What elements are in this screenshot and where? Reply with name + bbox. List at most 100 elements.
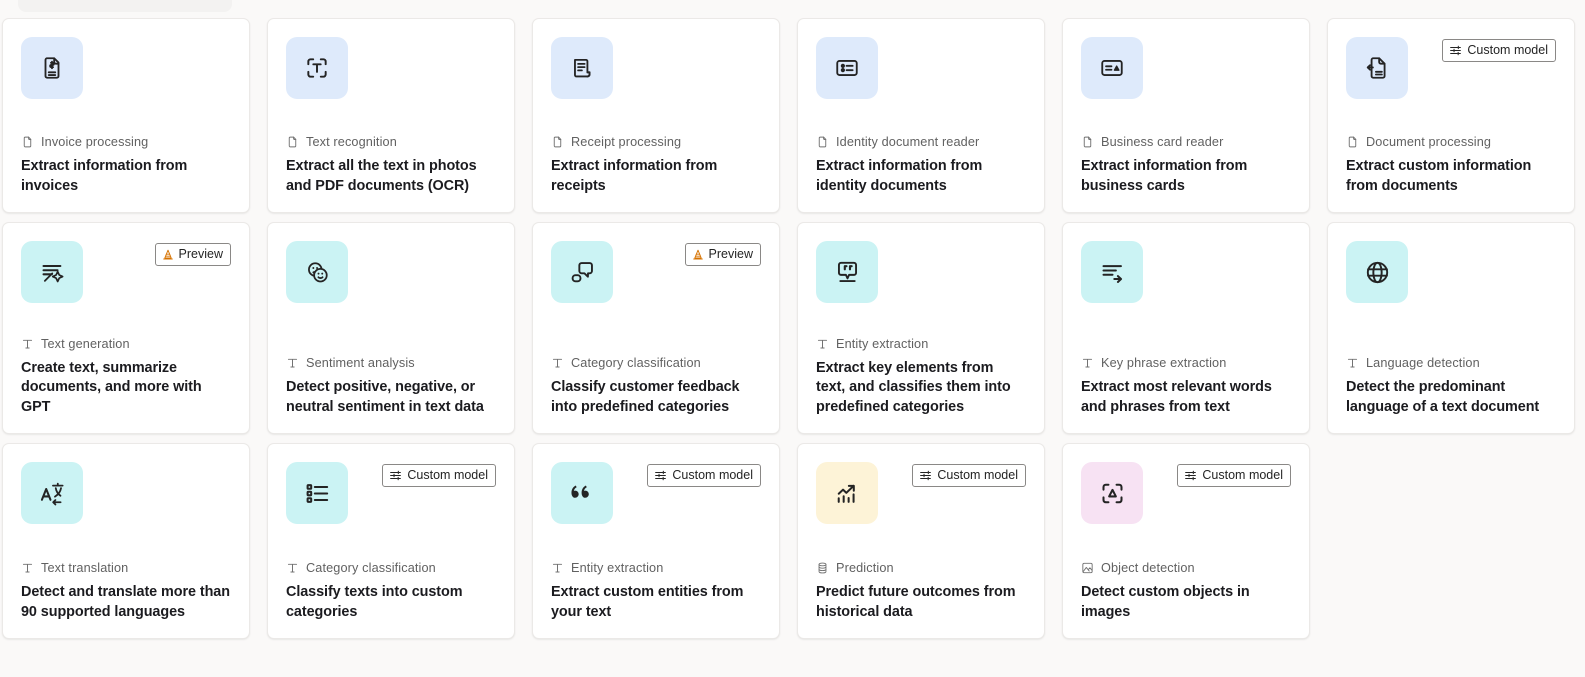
card-category-label: Entity extraction (836, 336, 928, 352)
text-arrow-icon (1099, 259, 1126, 286)
text-icon (21, 561, 34, 575)
bullet-list-icon-tile (286, 462, 348, 524)
card-meta: Sentiment analysis (286, 355, 496, 371)
card-body: Invoice processing Extract information fr… (21, 134, 231, 196)
card-title: Extract information from invoices (21, 157, 231, 196)
badge-preview: Preview (155, 243, 231, 266)
text-icon (21, 337, 34, 351)
model-card-entity-extraction[interactable]: Entity extraction Extract key elements fr… (797, 222, 1045, 434)
card-category-label: Text translation (41, 560, 128, 576)
model-card-identity-document-reader[interactable]: Identity document readerExtract informat… (797, 18, 1045, 213)
model-card-receipt-processing[interactable]: Receipt processing Extract information fr… (532, 18, 780, 213)
card-body: Category classificationClassify customer… (551, 355, 761, 417)
badge-custom-model: Custom model (912, 464, 1026, 487)
chart-trending-up-icon (834, 480, 861, 507)
business-card-icon (1099, 55, 1125, 81)
text-icon (286, 561, 299, 575)
card-title: Extract custom entities from your text (551, 583, 761, 622)
card-header (21, 37, 231, 99)
id-card-icon-tile (816, 37, 878, 99)
card-title: Detect the predominant language of a tex… (1346, 378, 1556, 417)
card-title: Extract key elements from text, and clas… (816, 359, 1026, 418)
card-body: Language detection Detect the predominant… (1346, 355, 1556, 417)
badge-preview: Preview (685, 243, 761, 266)
card-category-label: Category classification (306, 560, 436, 576)
document-icon (551, 135, 564, 149)
quotation-mark-icon-tile (551, 462, 613, 524)
card-body: Identity document readerExtract informat… (816, 134, 1026, 196)
model-card-language-detection[interactable]: Language detection Detect the predominant… (1327, 222, 1575, 434)
globe-icon (1364, 259, 1391, 286)
card-body: Sentiment analysis Detect positive, negat… (286, 355, 496, 417)
card-title: Detect positive, negative, or neutral se… (286, 378, 496, 417)
comment-shapes-icon-tile (551, 241, 613, 303)
document-icon (21, 135, 34, 149)
document-icon (1346, 135, 1359, 149)
id-card-icon (834, 55, 860, 81)
text-sparkle-icon (39, 259, 66, 286)
card-category-label: Invoice processing (41, 134, 148, 150)
card-meta: Invoice processing (21, 134, 231, 150)
model-card-object-detection[interactable]: Custom modelObject detectionDetect custo… (1062, 443, 1310, 639)
cone-icon (162, 248, 174, 261)
card-meta: Category classification (551, 355, 761, 371)
sliders-icon (654, 469, 667, 482)
card-header: Preview (21, 241, 231, 303)
badge-label: Custom model (1467, 42, 1548, 58)
card-header (286, 37, 496, 99)
card-title: Classify texts into custom categories (286, 583, 496, 622)
card-body: Key phrase extractionExtract most releva… (1081, 355, 1291, 417)
card-meta: Text generation (21, 336, 231, 352)
model-card-business-card-reader[interactable]: Business card readerExtract information … (1062, 18, 1310, 213)
badge-label: Custom model (1202, 467, 1283, 483)
card-body: Entity extraction Extract key elements fr… (816, 336, 1026, 418)
card-meta: Object detection (1081, 560, 1291, 576)
card-body: PredictionPredict future outcomes from h… (816, 560, 1026, 622)
badge-label: Preview (709, 246, 753, 262)
model-card-category-classification-preview[interactable]: Preview Category classificationClassify c… (532, 222, 780, 434)
card-body: Category classification Classify texts in… (286, 560, 496, 622)
card-meta: Key phrase extraction (1081, 355, 1291, 371)
card-header (816, 241, 1026, 303)
model-card-text-recognition[interactable]: Text recognitionExtract all the text in … (267, 18, 515, 213)
card-header: Preview (551, 241, 761, 303)
card-meta: Identity document reader (816, 134, 1026, 150)
model-card-key-phrase-extraction[interactable]: Key phrase extractionExtract most releva… (1062, 222, 1310, 434)
chart-trending-up-icon-tile (816, 462, 878, 524)
card-category-label: Sentiment analysis (306, 355, 415, 371)
card-meta: Prediction (816, 560, 1026, 576)
model-card-document-processing[interactable]: Custom model Document processing Extract c… (1327, 18, 1575, 213)
model-card-text-translation[interactable]: Text translationDetect and translate mor… (2, 443, 250, 639)
model-card-entity-extraction-custom[interactable]: Custom modelEntity extractionExtract cus… (532, 443, 780, 639)
card-header (1081, 241, 1291, 303)
card-body: Text translationDetect and translate mor… (21, 560, 231, 622)
card-category-label: Business card reader (1101, 134, 1223, 150)
badge-label: Preview (179, 246, 223, 262)
model-card-sentiment-analysis[interactable]: Sentiment analysis Detect positive, negat… (267, 222, 515, 434)
card-body: Text generation Create text, summarize do… (21, 336, 231, 418)
badge-custom-model: Custom model (647, 464, 761, 487)
card-category-label: Receipt processing (571, 134, 681, 150)
object-scan-icon (1099, 480, 1126, 507)
card-title: Create text, summarize documents, and mo… (21, 359, 231, 418)
card-meta: Language detection (1346, 355, 1556, 371)
emoji-faces-icon-tile (286, 241, 348, 303)
text-scan-icon-tile (286, 37, 348, 99)
card-body: Business card readerExtract information … (1081, 134, 1291, 196)
receipt-icon (569, 55, 595, 81)
text-arrow-icon-tile (1081, 241, 1143, 303)
card-title: Extract custom information from document… (1346, 157, 1556, 196)
model-card-text-generation[interactable]: Preview Text generation Create text, summa… (2, 222, 250, 434)
card-meta: Document processing (1346, 134, 1556, 150)
card-title: Extract information from receipts (551, 157, 761, 196)
model-card-invoice-processing[interactable]: Invoice processing Extract information fr… (2, 18, 250, 213)
text-icon (1081, 356, 1094, 370)
model-card-category-classification-custom[interactable]: Custom modelCategory classificationClass… (267, 443, 515, 639)
model-card-prediction[interactable]: Custom model PredictionPredict future out… (797, 443, 1045, 639)
card-category-label: Text recognition (306, 134, 397, 150)
card-header: Custom model (816, 462, 1026, 524)
card-meta: Entity extraction (816, 336, 1026, 352)
card-category-label: Language detection (1366, 355, 1480, 371)
card-header: Custom model (1346, 37, 1556, 99)
business-card-icon-tile (1081, 37, 1143, 99)
